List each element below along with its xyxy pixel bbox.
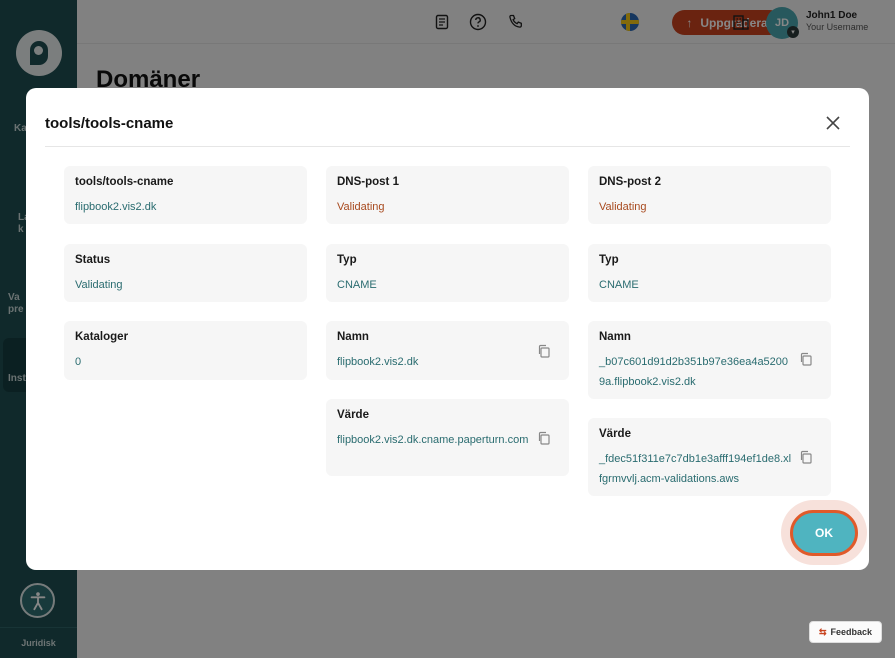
card-label: Typ xyxy=(599,254,619,266)
ok-button[interactable]: OK xyxy=(790,510,858,556)
card-label: Namn xyxy=(337,331,369,343)
domain-card: tools/tools-cname flipbook2.vis2.dk xyxy=(64,166,307,224)
value-card: Värde flipbook2.vis2.dk.cname.paperturn.… xyxy=(326,399,569,476)
card-value: CNAME xyxy=(337,279,377,291)
dns-record-1-card: DNS-post 1 Validating xyxy=(326,166,569,224)
status-card: Status Validating xyxy=(64,244,307,302)
modal-title: tools/tools-cname xyxy=(45,115,174,132)
value-card: Värde _fdec51f311e7c7db1e3afff194ef1de8.… xyxy=(588,418,831,496)
card-value: flipbook2.vis2.dk xyxy=(75,201,157,213)
copy-icon[interactable] xyxy=(799,450,813,464)
type-card: Typ CNAME xyxy=(588,244,831,302)
feedback-icon: ⇆ xyxy=(818,626,827,637)
card-value: flipbook2.vis2.dk xyxy=(337,356,419,368)
copy-icon[interactable] xyxy=(799,352,813,366)
name-card: Namn flipbook2.vis2.dk xyxy=(326,321,569,380)
close-icon[interactable] xyxy=(824,114,842,132)
catalogs-card: Kataloger 0 xyxy=(64,321,307,380)
card-value: flipbook2.vis2.dk.cname.paperturn.com xyxy=(337,434,529,446)
domain-details-modal: tools/tools-cname tools/tools-cname flip… xyxy=(26,88,869,570)
card-value: CNAME xyxy=(599,279,639,291)
card-label: Kataloger xyxy=(75,331,129,343)
card-label: DNS-post 2 xyxy=(599,176,661,188)
name-card: Namn _b07c601d91d2b351b97e36ea4a52009a.f… xyxy=(588,321,831,399)
card-label: Namn xyxy=(599,331,631,343)
card-value: 0 xyxy=(75,356,82,368)
feedback-label: Feedback xyxy=(830,627,873,637)
card-value: Validating xyxy=(599,201,647,213)
feedback-button[interactable]: ⇆ Feedback xyxy=(809,621,882,643)
copy-icon[interactable] xyxy=(537,344,551,358)
card-label: DNS-post 1 xyxy=(337,176,399,188)
card-label: Status xyxy=(75,254,111,266)
dns-record-2-card: DNS-post 2 Validating xyxy=(588,166,831,224)
card-value: _fdec51f311e7c7db1e3afff194ef1de8.xlfgrm… xyxy=(599,453,792,485)
copy-icon[interactable] xyxy=(537,431,551,445)
card-value: Validating xyxy=(337,201,385,213)
card-label: Typ xyxy=(337,254,357,266)
card-label: Värde xyxy=(337,409,369,421)
card-label: Värde xyxy=(599,428,631,440)
card-value: _b07c601d91d2b351b97e36ea4a52009a.flipbo… xyxy=(599,356,789,388)
type-card: Typ CNAME xyxy=(326,244,569,302)
modal-divider xyxy=(45,146,850,147)
card-value: Validating xyxy=(75,279,123,291)
card-label: tools/tools-cname xyxy=(75,176,174,188)
